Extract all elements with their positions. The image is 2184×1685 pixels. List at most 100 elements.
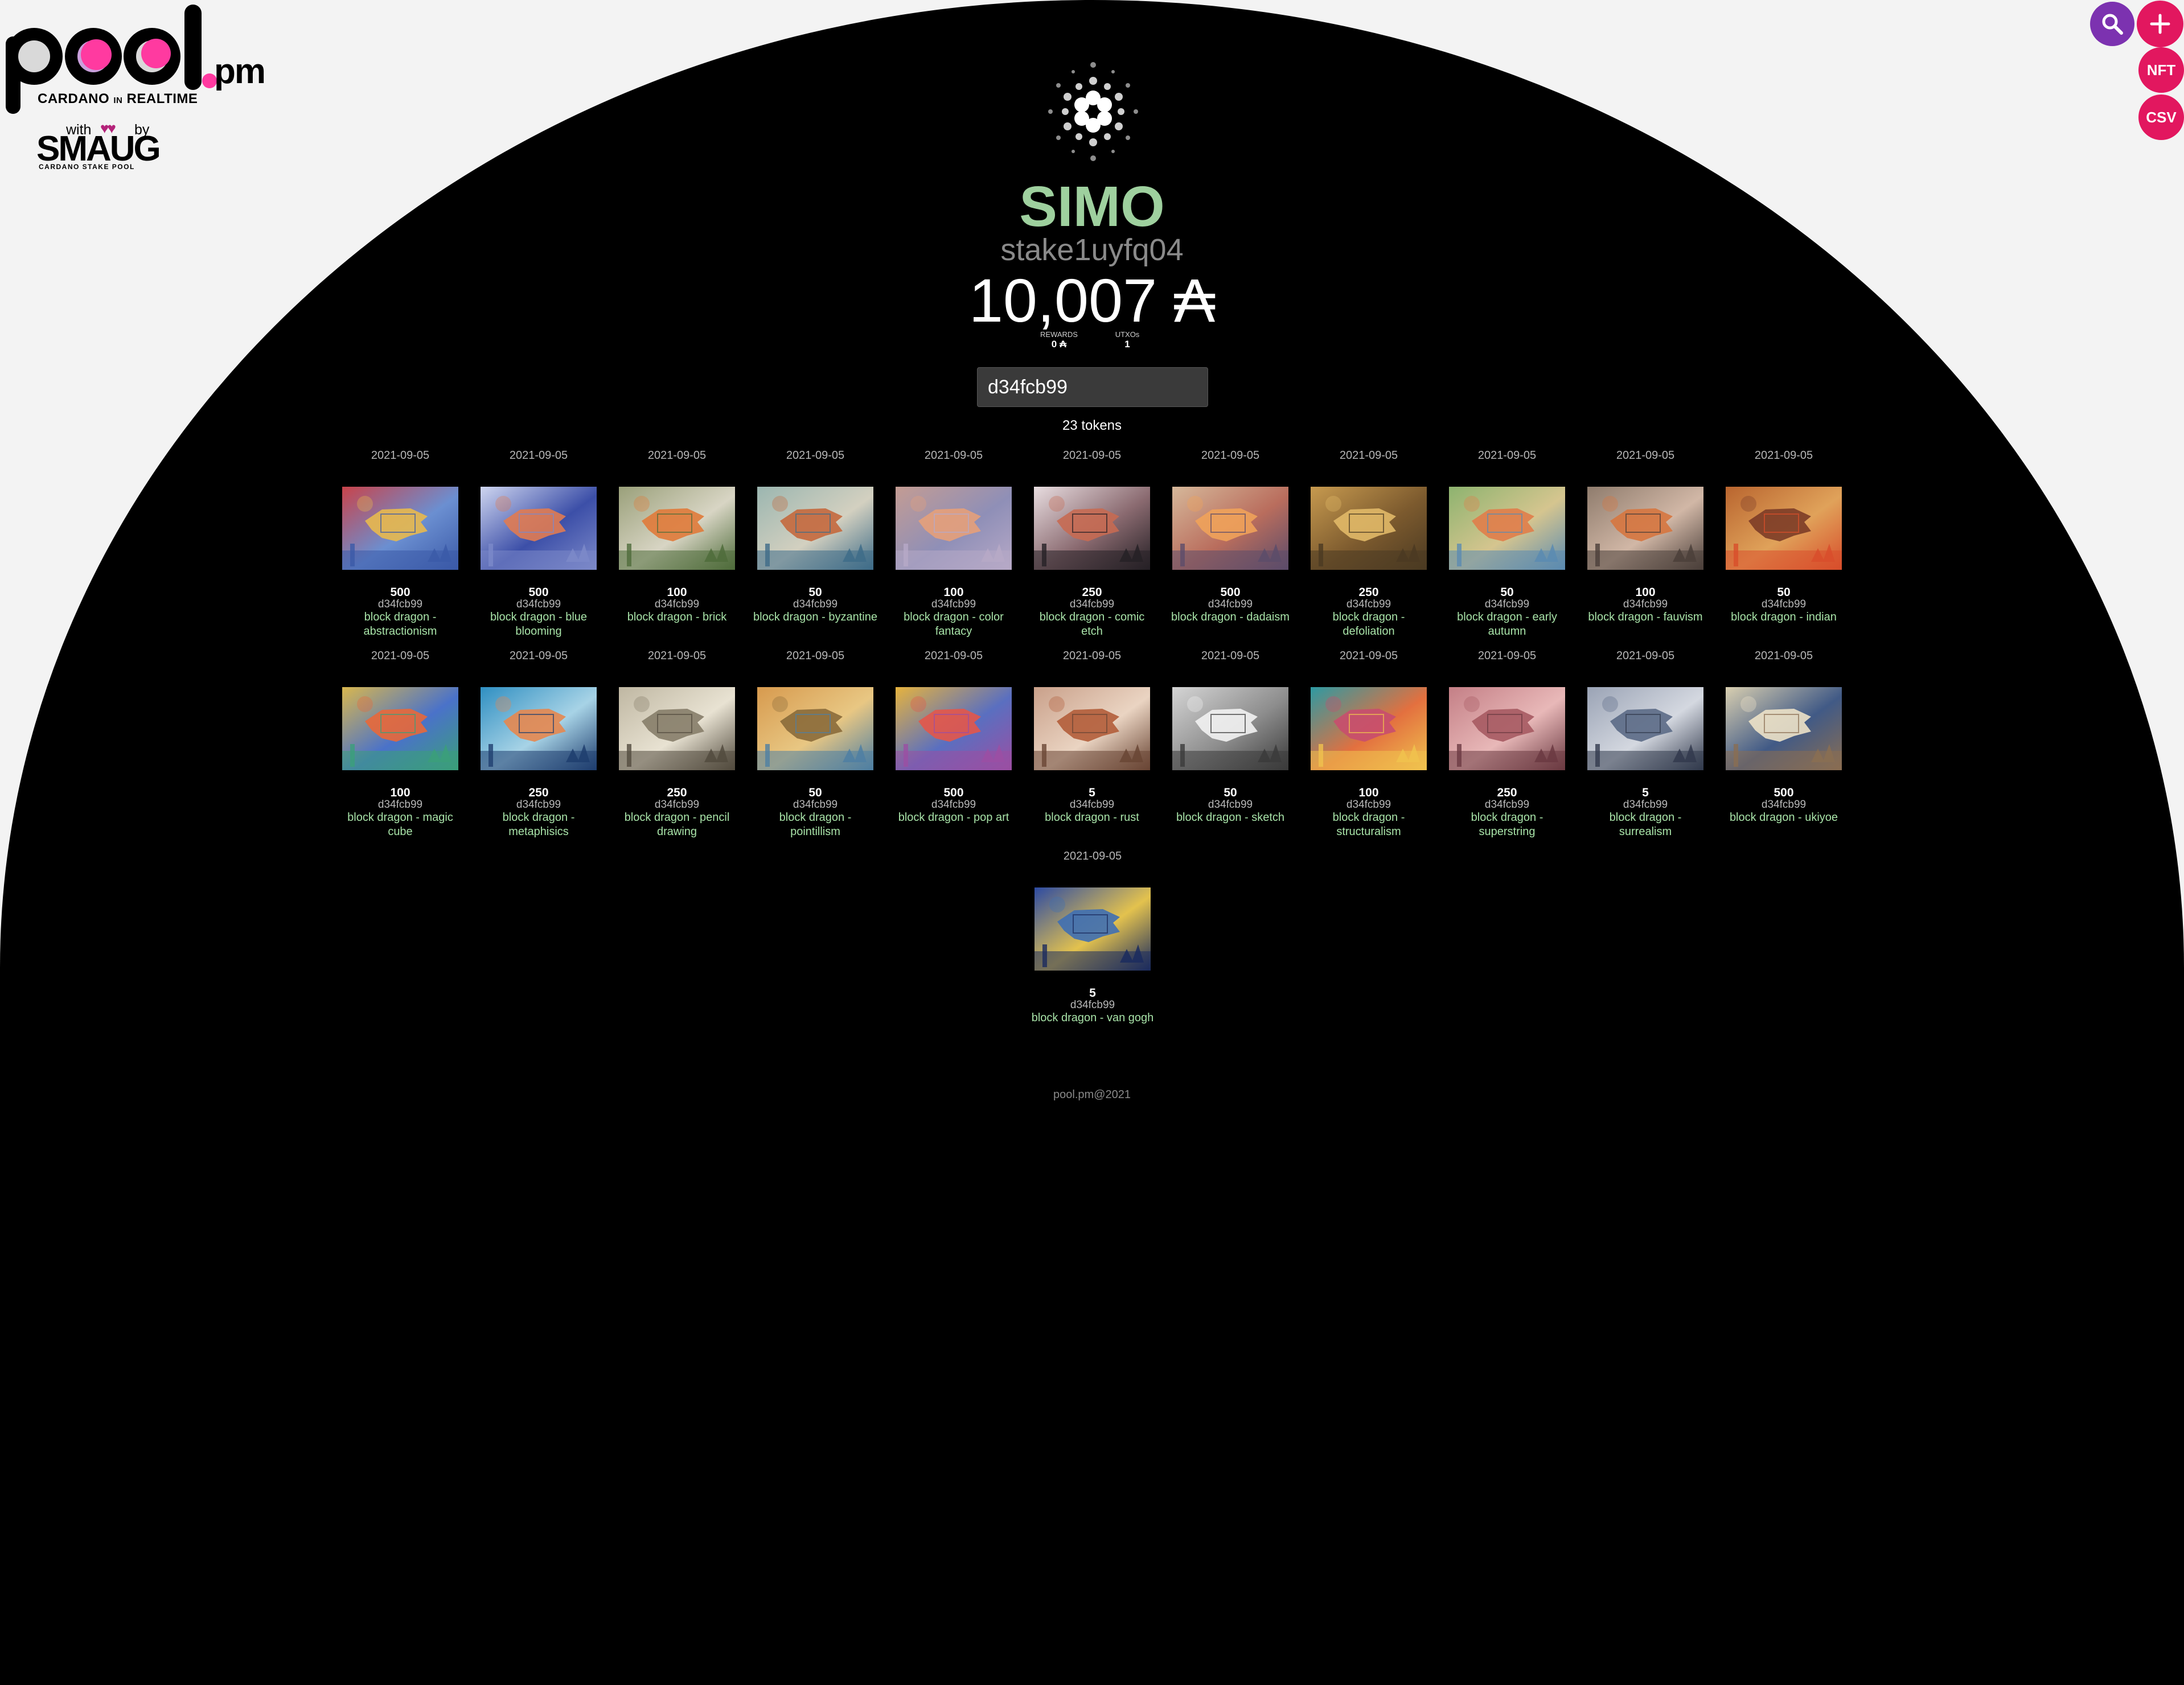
token-date: 2021-09-05 [1754,650,1813,662]
token-date: 2021-09-05 [786,650,845,662]
token-thumbnail[interactable] [896,487,1012,570]
token-thumbnail[interactable] [1172,487,1288,570]
token-card[interactable]: 2021-09-05 50 d34fcb99 block dragon - byzan… [750,447,881,624]
token-quantity: 100 [390,786,410,799]
token-date: 2021-09-05 [1616,650,1675,662]
token-card[interactable]: 2021-09-05 250 d34fcb99 block dragon - meta… [473,648,604,839]
token-thumbnail[interactable] [896,687,1012,770]
token-thumbnail[interactable] [619,687,735,770]
token-thumbnail[interactable] [1034,487,1150,570]
token-thumbnail[interactable] [1449,487,1565,570]
token-name[interactable]: block dragon - fauvism [1580,610,1711,624]
token-card[interactable]: 2021-09-05 100 d34fcb99 block dragon - bric… [611,447,742,624]
token-quantity: 100 [667,586,687,599]
token-name[interactable]: block dragon - brick [611,610,742,624]
token-quantity: 100 [1358,786,1379,799]
token-card[interactable]: 2021-09-05 250 d34fcb99 block dragon - defo… [1303,447,1434,639]
token-card[interactable]: 2021-09-05 5 d34fcb99 block dragon - van go… [1027,848,1158,1025]
logo-tagline: CARDANO IN REALTIME [38,91,198,106]
token-card[interactable]: 2021-09-05 100 d34fcb99 block dragon - magi… [335,648,466,839]
search-button[interactable] [2090,2,2134,46]
token-card[interactable]: 2021-09-05 250 d34fcb99 block dragon - supe… [1442,648,1573,839]
add-button[interactable] [2137,1,2183,47]
wallet-balance: 10,007 ₳ [968,266,1216,335]
token-thumbnail[interactable] [481,487,597,570]
token-policy-id: d34fcb99 [377,598,423,610]
token-name[interactable]: block dragon - blue blooming [473,610,604,639]
token-name[interactable]: block dragon - pointillism [750,811,881,839]
token-name[interactable]: block dragon - color fantacy [888,610,1019,639]
token-thumbnail[interactable] [757,687,873,770]
token-policy-id: d34fcb99 [654,799,700,811]
token-name[interactable]: block dragon - abstractionism [335,610,466,639]
token-thumbnail[interactable] [1311,487,1427,570]
token-name[interactable]: block dragon - superstring [1442,811,1573,839]
token-name[interactable]: block dragon - byzantine [750,610,881,624]
token-card[interactable]: 2021-09-05 500 d34fcb99 block dragon - abst… [335,447,466,639]
token-card[interactable]: 2021-09-05 50 d34fcb99 block dragon - sketc… [1165,648,1296,825]
poolpm-logo[interactable]: pm CARDANO IN REALTIME [2,2,276,116]
token-card[interactable]: 2021-09-05 100 d34fcb99 block dragon - stru… [1303,648,1434,839]
stake-address[interactable]: stake1uyfq04 [0,232,2184,268]
token-name[interactable]: block dragon - defoliation [1303,610,1434,639]
token-thumbnail[interactable] [1034,887,1151,971]
token-quantity: 250 [1497,786,1517,799]
token-quantity: 50 [1777,586,1791,599]
token-thumbnail[interactable] [1311,687,1427,770]
token-name[interactable]: block dragon - sketch [1165,811,1296,825]
token-card[interactable]: 2021-09-05 500 d34fcb99 block dragon - dada… [1165,447,1296,624]
token-name[interactable]: block dragon - early autumn [1442,610,1573,639]
token-name[interactable]: block dragon - dadaism [1165,610,1296,624]
cardano-logo-icon [1048,62,1138,161]
token-name[interactable]: block dragon - pop art [888,811,1019,825]
token-card[interactable]: 2021-09-05 500 d34fcb99 block dragon - blue… [473,447,604,639]
token-thumbnail[interactable] [342,687,458,770]
token-card[interactable]: 2021-09-05 50 d34fcb99 block dragon - early… [1442,447,1573,639]
token-thumbnail[interactable] [1587,487,1703,570]
csv-button[interactable]: CSV [2138,94,2184,140]
token-quantity: 250 [667,786,687,799]
token-name[interactable]: block dragon - van gogh [1027,1011,1158,1025]
token-date: 2021-09-05 [1339,449,1398,462]
nft-button[interactable]: NFT [2138,47,2184,93]
token-thumbnail[interactable] [1726,687,1842,770]
token-card[interactable]: 2021-09-05 50 d34fcb99 block dragon - point… [750,648,881,839]
token-name[interactable]: block dragon - comic etch [1027,610,1157,639]
token-card[interactable]: 2021-09-05 50 d34fcb99 block dragon - india… [1718,447,1849,624]
token-name[interactable]: block dragon - magic cube [335,811,466,839]
token-name[interactable]: block dragon - surrealism [1580,811,1711,839]
token-name[interactable]: block dragon - structuralism [1303,811,1434,839]
token-name[interactable]: block dragon - ukiyoe [1718,811,1849,825]
smaug-credit[interactable]: with ♥♥ by SMAUG CARDANO STAKE POOL [36,120,162,179]
token-name[interactable]: block dragon - metaphisics [473,811,604,839]
token-thumbnail[interactable] [1726,487,1842,570]
token-thumbnail[interactable] [619,487,735,570]
token-card[interactable]: 2021-09-05 500 d34fcb99 block dragon - pop … [888,648,1019,825]
token-thumbnail[interactable] [1172,687,1288,770]
token-date: 2021-09-05 [509,650,568,662]
token-card[interactable]: 2021-09-05 5 d34fcb99 block dragon - surrea… [1580,648,1711,839]
token-thumbnail[interactable] [1587,687,1703,770]
token-card[interactable]: 2021-09-05 250 d34fcb99 block dragon - penc… [611,648,742,839]
token-card[interactable]: 2021-09-05 100 d34fcb99 block dragon - colo… [888,447,1019,639]
token-policy-id: d34fcb99 [377,799,423,811]
token-thumbnail[interactable] [1449,687,1565,770]
token-thumbnail[interactable] [481,687,597,770]
token-card[interactable]: 2021-09-05 5 d34fcb99 block dragon - rust [1027,648,1157,825]
token-thumbnail[interactable] [1034,687,1150,770]
token-name[interactable]: block dragon - indian [1718,610,1849,624]
token-policy-id: d34fcb99 [931,598,976,610]
token-card[interactable]: 2021-09-05 500 d34fcb99 block dragon - ukiy… [1718,648,1849,825]
token-name[interactable]: block dragon - rust [1027,811,1157,825]
token-thumbnail[interactable] [342,487,458,570]
token-card[interactable]: 2021-09-05 250 d34fcb99 block dragon - comi… [1027,447,1157,639]
token-date: 2021-09-05 [1201,650,1260,662]
utxos-value: 1 [1124,339,1130,350]
token-policy-id: d34fcb99 [516,598,561,610]
token-name[interactable]: block dragon - pencil drawing [611,811,742,839]
token-date: 2021-09-05 [1616,449,1675,462]
token-date: 2021-09-05 [786,449,845,462]
token-card[interactable]: 2021-09-05 100 d34fcb99 block dragon - fauv… [1580,447,1711,624]
token-thumbnail[interactable] [757,487,873,570]
token-filter-input[interactable] [977,367,1208,407]
